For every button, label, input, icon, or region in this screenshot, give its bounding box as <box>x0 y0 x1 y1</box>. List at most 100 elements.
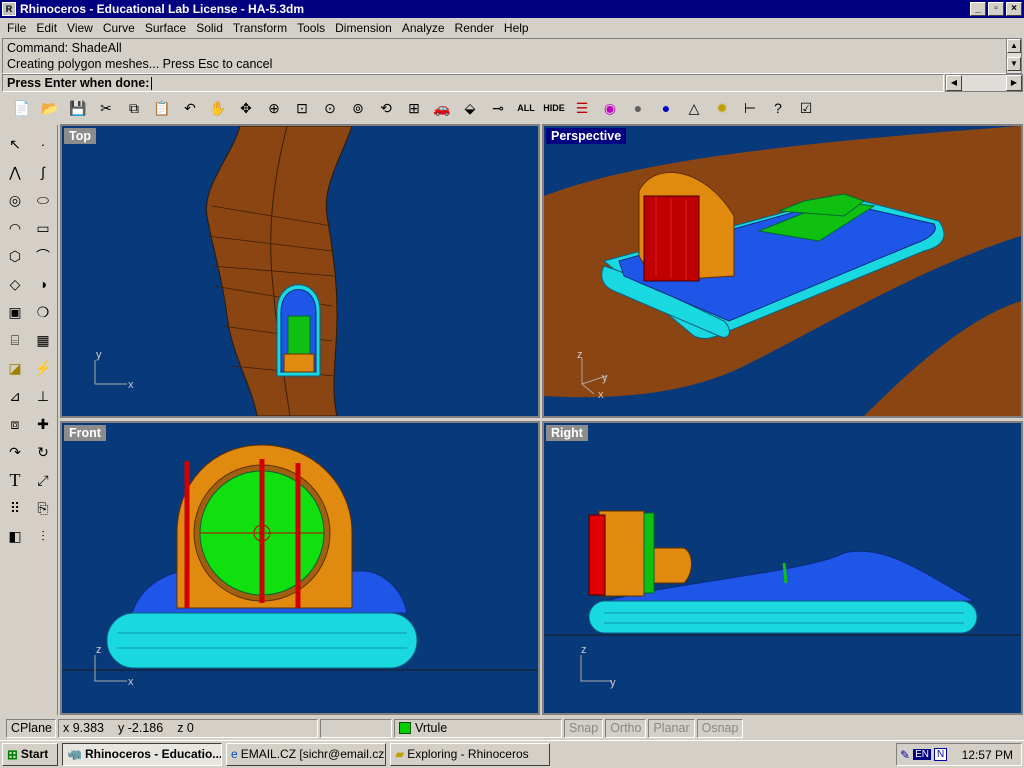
viewport-top[interactable]: y x Top <box>60 124 540 418</box>
menu-curve[interactable]: Curve <box>98 21 140 35</box>
trim-icon[interactable]: ⊿ <box>2 383 28 409</box>
rhino-app-icon[interactable]: R <box>2 2 16 16</box>
polyline-icon[interactable]: ⋀ <box>2 159 28 185</box>
minimize-button[interactable]: _ <box>970 2 986 16</box>
light-cone-icon[interactable]: △ <box>680 95 708 121</box>
polygon-icon[interactable]: ⬡ <box>2 243 28 269</box>
viewport-perspective[interactable]: z y x Perspective <box>542 124 1023 418</box>
language-indicator[interactable]: EN <box>913 749 931 760</box>
hide-button[interactable]: HIDE <box>540 95 568 121</box>
viewport-title-perspective[interactable]: Perspective <box>546 128 627 144</box>
dimension-tools-icon[interactable]: ⫶ <box>30 523 56 549</box>
point-icon[interactable]: · <box>30 131 56 157</box>
arc-icon[interactable]: ◠ <box>2 215 28 241</box>
command-prompt-scrollbar[interactable]: ◀ ▶ <box>945 74 1023 92</box>
open-folder-icon[interactable]: 📂 <box>36 95 64 121</box>
command-history-scrollbar[interactable]: ▲ ▼ <box>1006 38 1022 74</box>
viewport-title-right[interactable]: Right <box>546 425 588 441</box>
undo-view-icon[interactable]: ⟲ <box>372 95 400 121</box>
viewport-title-top[interactable]: Top <box>64 128 96 144</box>
explode-icon[interactable]: ⚡ <box>30 355 56 381</box>
viewport-layout-icon[interactable]: ◧ <box>2 523 28 549</box>
group-icon[interactable]: ⧈ <box>2 411 28 437</box>
rectangle-icon[interactable]: ▭ <box>30 215 56 241</box>
viewport-front[interactable]: z x Front <box>60 421 540 715</box>
scale-icon[interactable]: ⤢ <box>30 467 56 493</box>
cylinder-icon[interactable]: ⌸ <box>2 327 28 353</box>
zoom-dynamic-icon[interactable]: ⊕ <box>260 95 288 121</box>
viewport-title-front[interactable]: Front <box>64 425 106 441</box>
undo-icon[interactable]: ↶ <box>176 95 204 121</box>
rotate-view-icon[interactable]: ✥ <box>232 95 260 121</box>
options-gear-icon[interactable]: ✹ <box>708 95 736 121</box>
copy-icon[interactable]: ⧉ <box>120 95 148 121</box>
menu-help[interactable]: Help <box>499 21 534 35</box>
layers-icon[interactable]: ☰ <box>568 95 596 121</box>
boolean-icon[interactable]: ❍ <box>30 299 56 325</box>
orient-icon[interactable]: ⎘ <box>30 495 56 521</box>
menu-transform[interactable]: Transform <box>228 21 292 35</box>
menu-edit[interactable]: Edit <box>31 21 62 35</box>
cut-icon[interactable]: ✂ <box>92 95 120 121</box>
light-icon[interactable]: ◪ <box>2 355 28 381</box>
current-layer-pane[interactable]: Vrtule <box>394 718 562 738</box>
pan-hand-icon[interactable]: ✋ <box>204 95 232 121</box>
menu-render[interactable]: Render <box>450 21 499 35</box>
curve-icon[interactable]: ∫ <box>30 159 56 185</box>
restore-button[interactable]: ▫ <box>988 2 1004 16</box>
task-email[interactable]: e EMAIL.CZ [sichr@email.cz... <box>226 743 386 766</box>
cplane-indicator[interactable]: CPlane <box>6 718 56 738</box>
close-button[interactable]: × <box>1006 2 1022 16</box>
menu-file[interactable]: File <box>2 21 31 35</box>
hovercraft-right[interactable] <box>588 510 978 634</box>
rotate-icon[interactable]: ↻ <box>30 439 56 465</box>
viewport-right[interactable]: z y Right <box>542 421 1023 715</box>
tray-n-icon[interactable]: N <box>933 748 948 761</box>
surface-revolve-icon[interactable]: ◑ <box>30 271 56 297</box>
zoom-window-icon[interactable]: ⊡ <box>288 95 316 121</box>
ellipse-icon[interactable]: ⬭ <box>30 187 56 213</box>
menu-surface[interactable]: Surface <box>140 21 191 35</box>
save-icon[interactable]: 💾 <box>64 95 92 121</box>
show-all-button[interactable]: ALL <box>512 95 540 121</box>
grid-snap-icon[interactable]: ⊸ <box>484 95 512 121</box>
array-icon[interactable]: ⠿ <box>2 495 28 521</box>
mesh-icon[interactable]: ▦ <box>30 327 56 353</box>
properties-icon[interactable]: ☑ <box>792 95 820 121</box>
menu-dimension[interactable]: Dimension <box>330 21 397 35</box>
cplane-icon[interactable]: ⬙ <box>456 95 484 121</box>
menu-solid[interactable]: Solid <box>191 21 228 35</box>
ortho-toggle[interactable]: Ortho <box>605 718 647 738</box>
render-sphere-icon[interactable]: ● <box>652 95 680 121</box>
color-wheel-icon[interactable]: ◉ <box>596 95 624 121</box>
circle-icon[interactable]: ◎ <box>2 187 28 213</box>
split-icon[interactable]: ⊥ <box>30 383 56 409</box>
task-exploring[interactable]: ▰ Exploring - Rhinoceros <box>390 743 550 766</box>
four-viewports-icon[interactable]: ⊞ <box>400 95 428 121</box>
surface-points-icon[interactable]: ◇ <box>2 271 28 297</box>
task-rhinoceros[interactable]: 🦏 Rhinoceros - Educatio... <box>62 743 222 766</box>
zoom-selected-icon[interactable]: ⊚ <box>344 95 372 121</box>
car-camera-icon[interactable]: 🚗 <box>428 95 456 121</box>
menu-analyze[interactable]: Analyze <box>397 21 450 35</box>
scroll-left-arrow-icon[interactable]: ◀ <box>946 75 962 91</box>
planar-toggle[interactable]: Planar <box>648 718 695 738</box>
hovercraft-front[interactable] <box>106 444 418 669</box>
fillet-icon[interactable]: ⌒ <box>30 243 56 269</box>
dimension-icon[interactable]: ⊢ <box>736 95 764 121</box>
help-icon[interactable]: ? <box>764 95 792 121</box>
command-prompt-input[interactable]: Press Enter when done: <box>2 74 944 92</box>
osnap-toggle[interactable]: Osnap <box>696 718 744 738</box>
tray-network-icon[interactable]: ✎ <box>900 748 910 762</box>
menu-view[interactable]: View <box>62 21 98 35</box>
box-icon[interactable]: ▣ <box>2 299 28 325</box>
menu-tools[interactable]: Tools <box>292 21 330 35</box>
zoom-extents-icon[interactable]: ⊙ <box>316 95 344 121</box>
paste-icon[interactable]: 📋 <box>148 95 176 121</box>
select-arrow-icon[interactable]: ↖ <box>2 131 28 157</box>
hovercraft-top[interactable] <box>276 284 321 377</box>
text-icon[interactable]: T <box>2 467 28 493</box>
scroll-down-arrow-icon[interactable]: ▼ <box>1007 57 1021 71</box>
scroll-right-arrow-icon[interactable]: ▶ <box>1006 75 1022 91</box>
snap-toggle[interactable]: Snap <box>564 718 604 738</box>
